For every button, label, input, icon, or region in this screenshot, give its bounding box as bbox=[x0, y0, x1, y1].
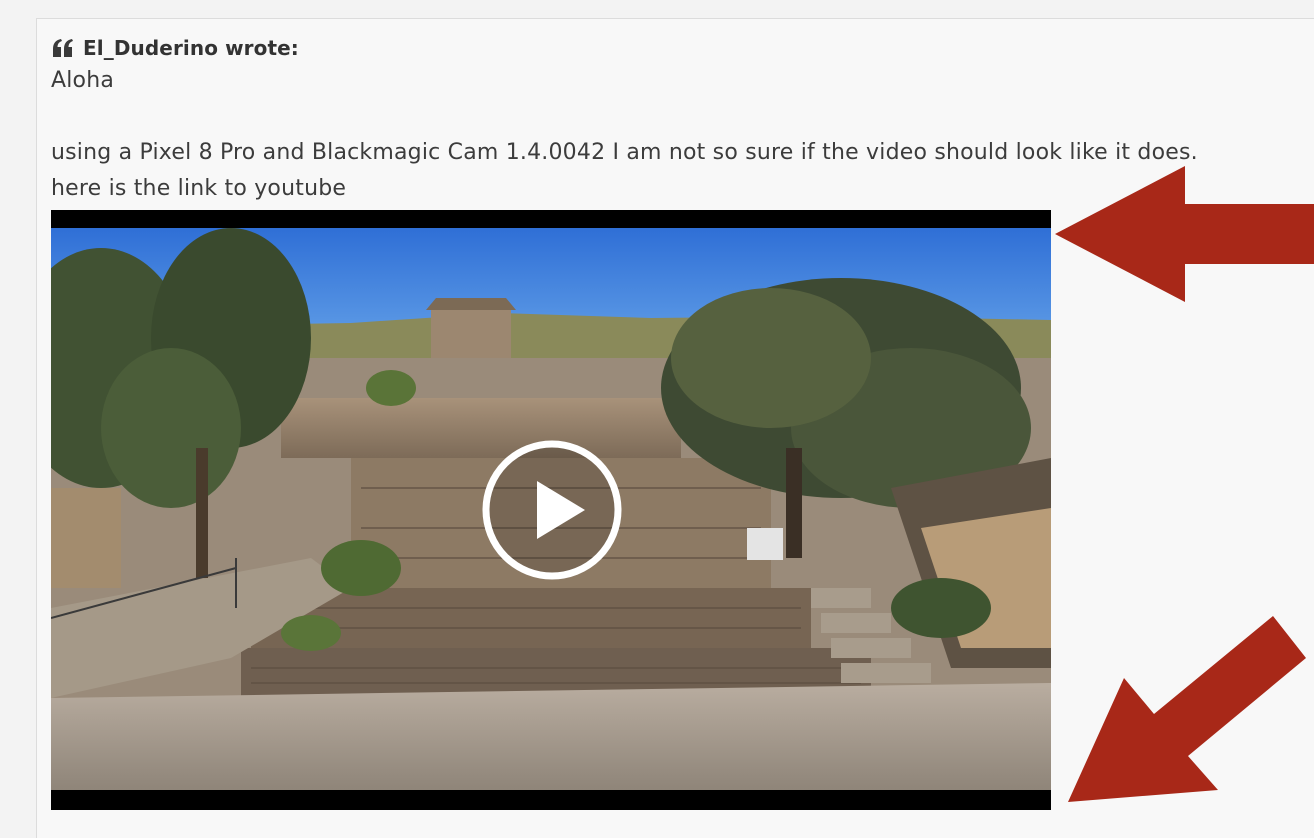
quote-header: El_Duderino wrote: bbox=[51, 34, 299, 62]
arrow-left-icon bbox=[1055, 166, 1314, 302]
youtube-video-embed[interactable] bbox=[51, 210, 1051, 810]
quote-left-icon bbox=[51, 39, 75, 57]
arrow-down-left-icon bbox=[1068, 614, 1308, 804]
play-icon bbox=[482, 440, 622, 580]
forum-page: El_Duderino wrote: Aloha using a Pixel 8… bbox=[0, 0, 1314, 838]
post-text-link-intro: here is the link to youtube bbox=[51, 176, 347, 201]
post-text-greeting: Aloha bbox=[51, 68, 115, 93]
post-text-body: using a Pixel 8 Pro and Blackmagic Cam 1… bbox=[51, 140, 1198, 165]
play-button[interactable] bbox=[481, 439, 623, 581]
quote-author: El_Duderino wrote: bbox=[83, 36, 299, 60]
